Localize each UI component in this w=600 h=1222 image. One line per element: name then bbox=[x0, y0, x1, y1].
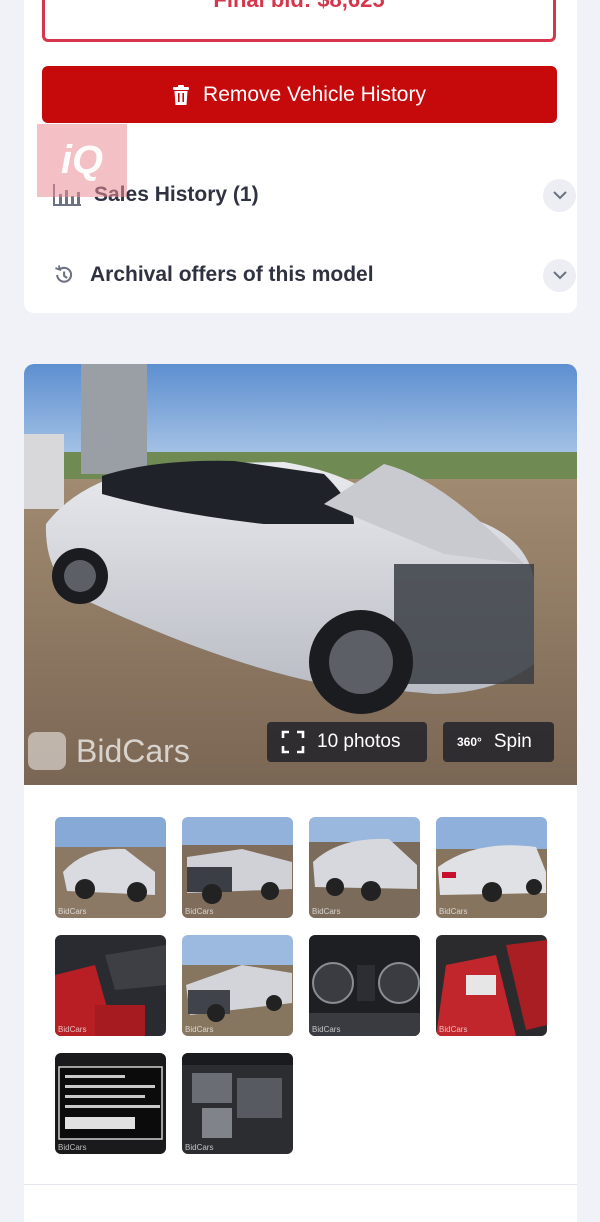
remove-vehicle-history-button[interactable]: Remove Vehicle History bbox=[42, 66, 557, 123]
view-photos-label: 10 photos bbox=[317, 731, 401, 752]
thumbnail-watermark: BidCars bbox=[439, 1025, 468, 1034]
thumbnail-watermark: BidCars bbox=[312, 907, 341, 916]
view-photos-button[interactable]: 10 photos bbox=[267, 722, 427, 762]
final-bid-text: Final bid: $8,625 bbox=[45, 0, 553, 13]
thumbnail-watermark: BidCars bbox=[185, 907, 214, 916]
archival-offers-accordion[interactable]: Archival offers of this model bbox=[52, 255, 576, 295]
thumbnail-10[interactable]: BidCars bbox=[182, 1053, 293, 1154]
sales-history-accordion[interactable]: Sales History (1) bbox=[52, 175, 576, 215]
thumbnail-watermark: BidCars bbox=[439, 907, 468, 916]
bidcars-logo-icon bbox=[28, 732, 66, 770]
remove-vehicle-history-label: Remove Vehicle History bbox=[203, 82, 426, 106]
main-vehicle-photo[interactable]: BidCars 10 photos 360° Spin bbox=[24, 364, 577, 785]
spin-360-icon: 360° bbox=[457, 735, 482, 749]
iq-watermark-text: iQ bbox=[60, 138, 104, 182]
thumbnail-1[interactable]: BidCars bbox=[55, 817, 166, 918]
final-bid-box: Final bid: $8,625 bbox=[42, 0, 556, 42]
thumbnail-grid: BidCars BidCars BidCars BidCars BidCars … bbox=[55, 817, 547, 1154]
thumbnail-2[interactable]: BidCars bbox=[182, 817, 293, 918]
thumbnail-watermark: BidCars bbox=[185, 1143, 214, 1152]
fullscreen-icon bbox=[281, 730, 305, 754]
spin-360-button[interactable]: 360° Spin bbox=[443, 722, 554, 762]
thumbnail-7[interactable]: BidCars bbox=[309, 935, 420, 1036]
archival-offers-label: Archival offers of this model bbox=[90, 263, 374, 286]
thumbnail-3[interactable]: BidCars bbox=[309, 817, 420, 918]
thumbnail-6[interactable]: BidCars bbox=[182, 935, 293, 1036]
thumbnail-watermark: BidCars bbox=[185, 1025, 214, 1034]
bidcars-watermark: BidCars bbox=[28, 732, 190, 770]
thumbnail-watermark: BidCars bbox=[58, 1025, 87, 1034]
thumbnail-4[interactable]: BidCars bbox=[436, 817, 547, 918]
thumbnail-9[interactable]: BidCars bbox=[55, 1053, 166, 1154]
spin-label: Spin bbox=[493, 731, 532, 752]
thumbnail-watermark: BidCars bbox=[312, 1025, 341, 1034]
thumbnail-8[interactable]: BidCars bbox=[436, 935, 547, 1036]
bidcars-watermark-text: BidCars bbox=[76, 732, 190, 769]
photo-gallery-card: BidCars 10 photos 360° Spin BidCars BidC… bbox=[24, 364, 577, 1222]
thumbnail-watermark: BidCars bbox=[58, 1143, 87, 1152]
divider bbox=[24, 1184, 577, 1185]
iq-watermark-logo: iQ bbox=[37, 124, 127, 197]
thumbnail-watermark: BidCars bbox=[58, 907, 87, 916]
thumbnail-5[interactable]: BidCars bbox=[55, 935, 166, 1036]
chevron-down-icon[interactable] bbox=[543, 179, 576, 212]
history-icon bbox=[55, 265, 73, 283]
trash-icon bbox=[173, 84, 190, 105]
chevron-down-icon[interactable] bbox=[543, 259, 576, 292]
